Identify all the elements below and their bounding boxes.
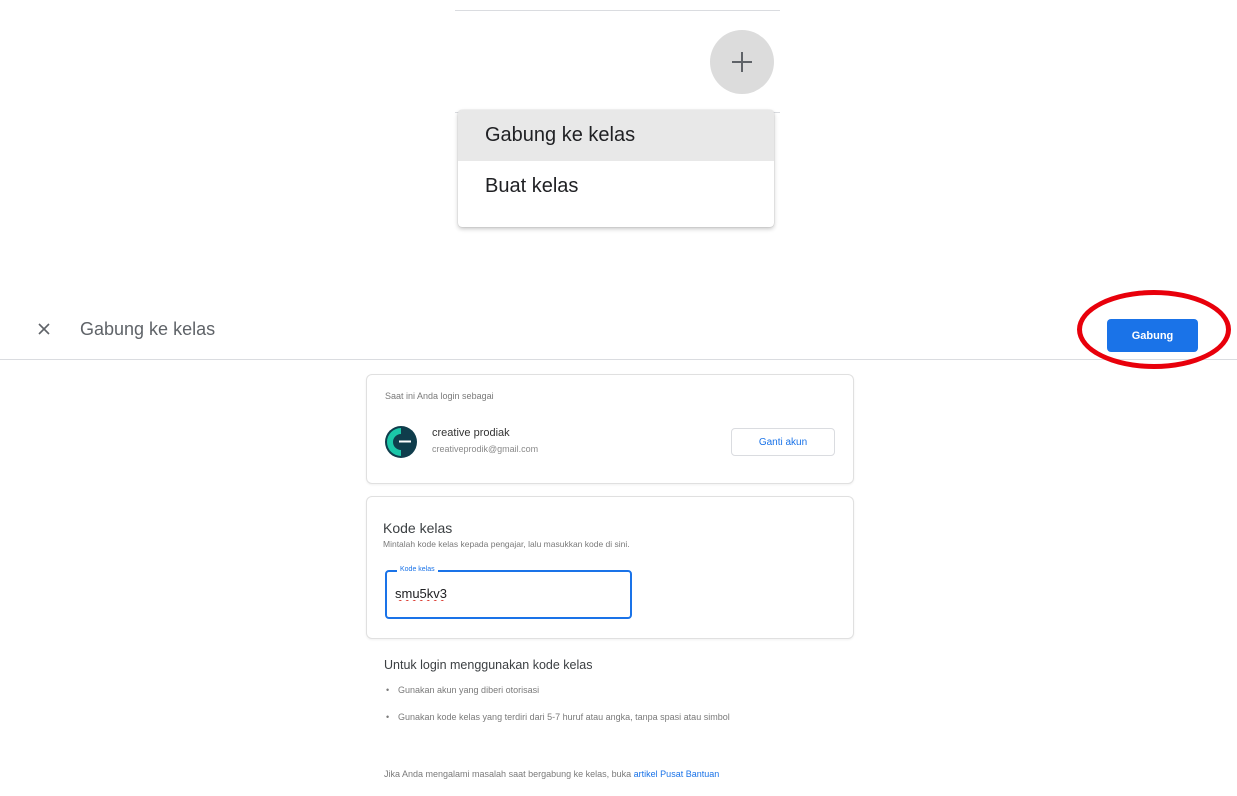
instructions-list: Gunakan akun yang diberi otorisasi Gunak… [384,683,844,737]
class-code-field-label: Kode kelas [397,566,438,573]
help-text: Jika Anda mengalami masalah saat bergabu… [384,767,844,781]
menu-item-create-class[interactable]: Buat kelas [458,161,774,212]
list-item: Gunakan akun yang diberi otorisasi [384,683,844,697]
help-text-prefix: Jika Anda mengalami masalah saat bergabu… [384,769,632,779]
list-item: Gunakan kode kelas yang terdiri dari 5-7… [384,710,844,724]
switch-account-button[interactable]: Ganti akun [731,428,835,456]
menu-item-label: Gabung ke kelas [485,124,636,146]
plus-icon [732,52,752,72]
menu-item-label: Buat kelas [485,175,579,197]
instructions-title: Untuk login menggunakan kode kelas [384,658,593,672]
class-code-input[interactable] [395,586,545,601]
help-center-link[interactable]: artikel Pusat Bantuan [634,769,720,779]
page-title: Gabung ke kelas [80,319,216,339]
account-label: Saat ini Anda login sebagai [385,391,494,401]
class-code-title: Kode kelas [383,520,453,536]
account-email: creativeprodik@gmail.com [432,444,539,454]
divider [455,10,780,11]
menu-item-join-class[interactable]: Gabung ke kelas [458,110,774,161]
close-icon[interactable] [34,318,54,340]
add-class-button[interactable] [710,30,774,94]
class-code-description: Mintalah kode kelas kepada pengajar, lal… [383,539,630,549]
create-join-menu-crop: Gabung ke kelas Buat kelas [455,0,780,240]
account-name: creative prodiak [432,427,510,439]
avatar [385,426,417,458]
join-class-header: Gabung ke kelas Gabung [0,304,1237,360]
class-menu: Gabung ke kelas Buat kelas [458,110,774,227]
class-code-card: Kode kelas Mintalah kode kelas kepada pe… [366,496,854,639]
class-code-field: Kode kelas [385,566,632,619]
join-button[interactable]: Gabung [1107,319,1198,352]
account-card: Saat ini Anda login sebagai creative pro… [366,374,854,484]
